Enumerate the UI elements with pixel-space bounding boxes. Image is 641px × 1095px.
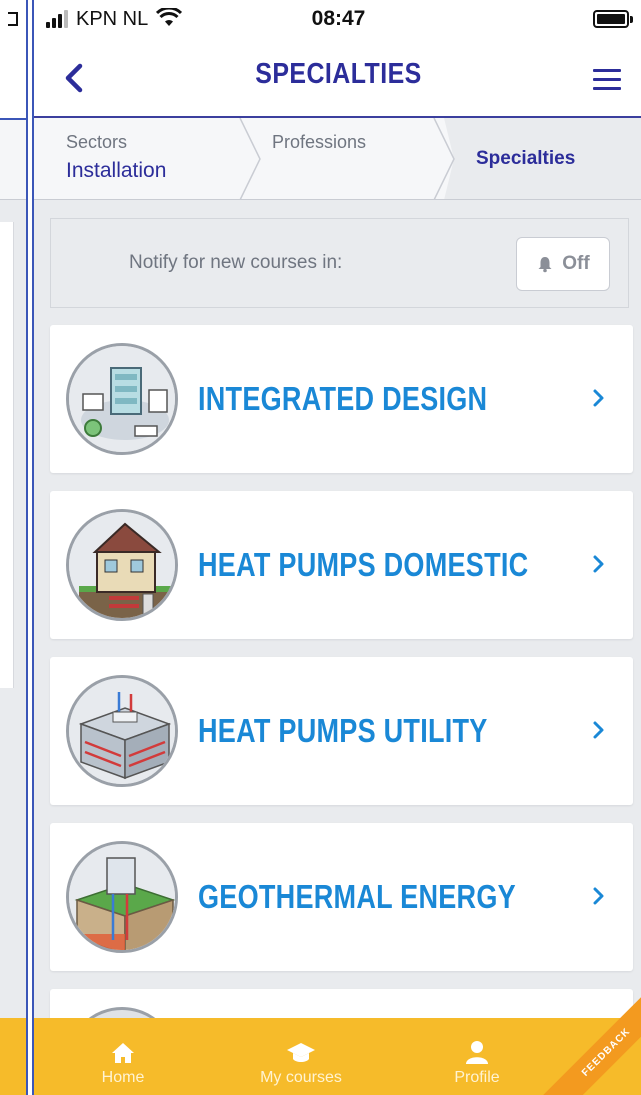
integrated-design-illustration-icon bbox=[66, 343, 178, 455]
clock: 08:47 bbox=[311, 7, 366, 30]
breadcrumb-separator bbox=[239, 118, 261, 199]
page-title: SPECIALTIES bbox=[255, 58, 422, 90]
tab-home[interactable]: Home bbox=[90, 1018, 156, 1095]
tab-bar: Home My courses Profile bbox=[34, 1018, 641, 1095]
notify-toggle-button[interactable]: Off bbox=[516, 237, 610, 291]
graduation-cap-icon bbox=[287, 1043, 315, 1062]
tab-my-courses-label: My courses bbox=[260, 1069, 342, 1086]
chevron-right-icon bbox=[593, 389, 604, 407]
tab-profile-label: Profile bbox=[454, 1069, 500, 1086]
bell-icon bbox=[538, 257, 552, 273]
specialty-label: GEOTHERMAL ENERGY bbox=[198, 878, 516, 915]
tab-my-courses[interactable]: My courses bbox=[246, 1018, 356, 1095]
breadcrumb-sectors-value: Installation bbox=[66, 159, 167, 182]
chevron-right-icon bbox=[593, 555, 604, 573]
breadcrumb-sectors-label: Sectors bbox=[66, 132, 128, 152]
specialty-card-heat-pumps-domestic[interactable]: HEAT PUMPS DOMESTIC bbox=[50, 491, 633, 639]
specialty-label: HEAT PUMPS UTILITY bbox=[198, 712, 488, 749]
specialty-label: INTEGRATED DESIGN bbox=[198, 380, 488, 417]
notify-toggle-label: Off bbox=[562, 253, 590, 274]
hamburger-menu-icon[interactable] bbox=[587, 60, 627, 100]
notify-box: Notify for new courses in: Off bbox=[50, 218, 629, 308]
home-icon bbox=[112, 1043, 134, 1063]
breadcrumb-professions[interactable]: Professions bbox=[272, 132, 366, 153]
breadcrumb: Sectors Installation Professions Special… bbox=[34, 118, 641, 200]
house-heat-pump-illustration-icon bbox=[66, 509, 178, 621]
battery-icon bbox=[8, 12, 18, 26]
chevron-right-icon bbox=[593, 887, 604, 905]
battery-icon bbox=[593, 10, 633, 28]
specialty-card-heat-pumps-utility[interactable]: HEAT PUMPS UTILITY bbox=[50, 657, 633, 805]
specialty-card-integrated-design[interactable]: INTEGRATED DESIGN bbox=[50, 325, 633, 473]
specialty-label: HEAT PUMPS DOMESTIC bbox=[198, 546, 529, 583]
breadcrumb-sectors[interactable]: Sectors Installation bbox=[66, 132, 166, 183]
navigation-bar: SPECIALTIES bbox=[34, 38, 641, 118]
previous-screen-sliver bbox=[0, 0, 28, 1095]
status-bar: KPN NL 08:47 bbox=[34, 0, 641, 38]
phone-frame: KPN NL 08:47 SPECIALTIES Sectors Install… bbox=[32, 0, 641, 1095]
notify-text: Notify for new courses in: bbox=[129, 252, 343, 273]
building-heat-pump-illustration-icon bbox=[66, 675, 178, 787]
breadcrumb-specialties[interactable]: Specialties bbox=[476, 148, 575, 170]
profile-icon bbox=[466, 1041, 488, 1064]
tab-home-label: Home bbox=[101, 1069, 145, 1086]
breadcrumb-separator bbox=[432, 118, 455, 199]
screen: KPN NL 08:47 SPECIALTIES Sectors Install… bbox=[0, 0, 641, 1095]
chevron-right-icon bbox=[593, 721, 604, 739]
geothermal-illustration-icon bbox=[66, 841, 178, 953]
specialty-card-geothermal-energy[interactable]: GEOTHERMAL ENERGY bbox=[50, 823, 633, 971]
tab-profile[interactable]: Profile bbox=[442, 1018, 512, 1095]
